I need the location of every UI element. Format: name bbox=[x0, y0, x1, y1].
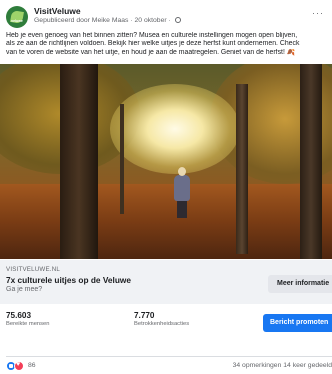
insights-bar: 75.603 Bereikte mensen 7.770 Betrokkenhe… bbox=[0, 308, 332, 348]
engagement-value: 7.770 bbox=[134, 311, 155, 320]
post-text-line: Heb je even genoeg van het binnen zitten… bbox=[6, 32, 298, 39]
post-text: Heb je even genoeg van het binnen zitten… bbox=[6, 32, 328, 57]
engagement-stat[interactable]: 7.770 Betrokkenheidsacties bbox=[134, 311, 189, 327]
published-by: Gepubliceerd door Meike Maas bbox=[34, 17, 129, 24]
reaction-count[interactable]: 86 bbox=[28, 362, 36, 369]
post-header: veluwe VisitVeluwe Gepubliceerd door Mei… bbox=[6, 5, 326, 31]
post-text-line: als ze aan de richtlijnen voldoen. Bekij… bbox=[6, 40, 300, 48]
reached-stat[interactable]: 75.603 Bereikte mensen bbox=[6, 311, 50, 327]
tree-trunk bbox=[300, 64, 322, 259]
post-date[interactable]: 20 oktober bbox=[135, 17, 167, 24]
link-subtitle: Ga je mee? bbox=[6, 286, 43, 293]
page-name-link[interactable]: VisitVeluwe bbox=[34, 6, 81, 16]
sunlight bbox=[110, 84, 240, 174]
tree-trunk bbox=[120, 104, 124, 214]
post-meta: Gepubliceerd door Meike Maas · 20 oktobe… bbox=[34, 17, 181, 24]
page-avatar[interactable]: veluwe bbox=[6, 6, 28, 28]
link-title[interactable]: 7x culturele uitjes op de Veluwe bbox=[6, 275, 131, 285]
post-image[interactable] bbox=[0, 64, 332, 259]
forest-floor bbox=[0, 184, 332, 259]
person bbox=[174, 175, 190, 201]
dot-separator: · bbox=[168, 17, 173, 24]
reactions-bar: 86 34 opmerkingen 14 keer gedeeld bbox=[6, 361, 332, 373]
divider bbox=[6, 356, 332, 357]
person bbox=[177, 200, 187, 218]
link-preview[interactable]: VISITVELUWE.NL 7x culturele uitjes op de… bbox=[0, 260, 332, 304]
comments-shares-count[interactable]: 34 opmerkingen 14 keer gedeeld bbox=[233, 362, 332, 369]
reached-label: Bereikte mensen bbox=[6, 321, 50, 327]
boost-post-button[interactable]: Bericht promoten bbox=[263, 314, 332, 332]
love-reaction-icon[interactable] bbox=[14, 361, 24, 371]
more-info-button[interactable]: Meer informatie bbox=[268, 275, 332, 293]
person bbox=[178, 167, 186, 176]
tree-trunk bbox=[60, 64, 98, 259]
engagement-label: Betrokkenheidsacties bbox=[134, 321, 190, 327]
avatar-text: veluwe bbox=[11, 19, 23, 23]
link-domain: VISITVELUWE.NL bbox=[6, 266, 61, 273]
post-text-line: van te voren de website van het uitje, e… bbox=[6, 48, 296, 56]
tree-trunk bbox=[236, 84, 248, 254]
globe-icon bbox=[174, 17, 181, 23]
more-options-icon[interactable]: ··· bbox=[312, 8, 324, 18]
reached-value: 75.603 bbox=[6, 311, 32, 320]
